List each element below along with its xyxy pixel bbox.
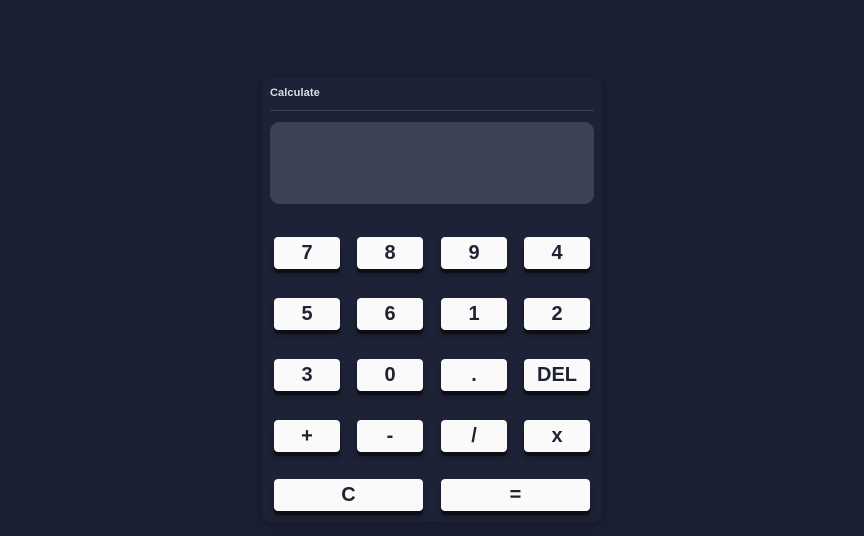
equals-button[interactable]: =	[441, 479, 590, 511]
multiply-button[interactable]: x	[524, 420, 590, 452]
key-3[interactable]: 3	[274, 359, 340, 391]
divide-button[interactable]: /	[441, 420, 507, 452]
key-7[interactable]: 7	[274, 237, 340, 269]
key-5[interactable]: 5	[274, 298, 340, 330]
key-2[interactable]: 2	[524, 298, 590, 330]
key-0[interactable]: 0	[357, 359, 423, 391]
calculator-title: Calculate	[270, 87, 320, 99]
delete-button[interactable]: DEL	[524, 359, 590, 391]
clear-button[interactable]: C	[274, 479, 423, 511]
title-divider	[270, 110, 594, 111]
key-9[interactable]: 9	[441, 237, 507, 269]
key-4[interactable]: 4	[524, 237, 590, 269]
key-8[interactable]: 8	[357, 237, 423, 269]
calculator-display	[270, 122, 594, 204]
add-button[interactable]: +	[274, 420, 340, 452]
subtract-button[interactable]: -	[357, 420, 423, 452]
key-1[interactable]: 1	[441, 298, 507, 330]
calculator-card: Calculate 7 8 9 4 5 6 1 2 3 0 . DEL + - …	[262, 78, 602, 522]
key-6[interactable]: 6	[357, 298, 423, 330]
key-decimal[interactable]: .	[441, 359, 507, 391]
